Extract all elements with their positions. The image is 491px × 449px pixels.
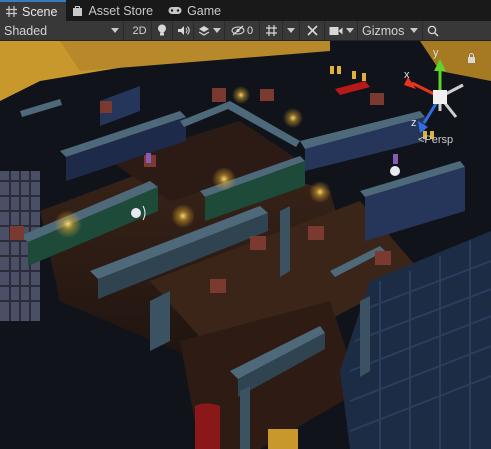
chevron-down-icon [410,28,419,33]
audio-toggle[interactable] [173,21,194,40]
gizmo-y-label: y [433,47,439,59]
gizmo-x-label: x [404,69,410,81]
scene-visibility-toggle[interactable]: 0 [225,21,260,40]
draw-mode-label: Shaded [4,23,48,38]
camera-dropdown[interactable] [325,21,358,40]
projection-toggle[interactable]: <Persp [418,134,453,146]
tab-scene-label: Scene [22,4,58,19]
wrench-icon [306,25,318,36]
gamepad-icon [168,7,182,14]
grid-options-dropdown[interactable] [283,21,300,40]
search-icon [428,25,439,37]
effects-dropdown[interactable] [194,21,225,40]
tab-scene[interactable]: Scene [0,0,67,21]
hidden-count: 0 [246,24,254,37]
tab-game-label: Game [187,3,222,18]
2d-label: 2D [132,24,147,37]
chevron-down-icon [287,28,295,33]
scene-toolbar: Shaded 2D 0 Gizmos [0,21,491,41]
eye-slash-icon [231,25,245,36]
tab-bar: Scene Asset Store Game [0,0,491,21]
gizmos-dropdown[interactable]: Gizmos [358,21,424,40]
gizmos-label: Gizmos [362,23,405,38]
draw-mode-dropdown[interactable]: Shaded [0,21,124,40]
lock-icon[interactable] [467,53,476,63]
gizmo-z-label: z [411,117,417,129]
chevron-down-icon [212,28,221,33]
tab-game[interactable]: Game [162,0,230,21]
layers-icon [198,25,209,36]
speaker-icon [177,26,190,35]
scene-viewport[interactable]: y x z <Persp [0,41,491,449]
tab-asset-store[interactable]: Asset Store [66,0,162,21]
2d-toggle-button[interactable]: 2D [128,21,152,40]
lighting-toggle[interactable] [152,21,173,40]
bag-icon [73,6,83,16]
scene-render: y x z [0,41,491,449]
chevron-down-icon [111,28,119,33]
tools-button[interactable] [300,21,325,40]
chevron-down-icon [345,28,354,33]
grid-icon [265,25,277,36]
grid-toggle[interactable] [260,21,283,40]
tab-asset-store-label: Asset Store [88,3,154,18]
hash-icon [6,6,17,17]
search-field[interactable] [423,21,457,40]
camera-icon [329,26,342,35]
lightbulb-icon [158,24,166,36]
